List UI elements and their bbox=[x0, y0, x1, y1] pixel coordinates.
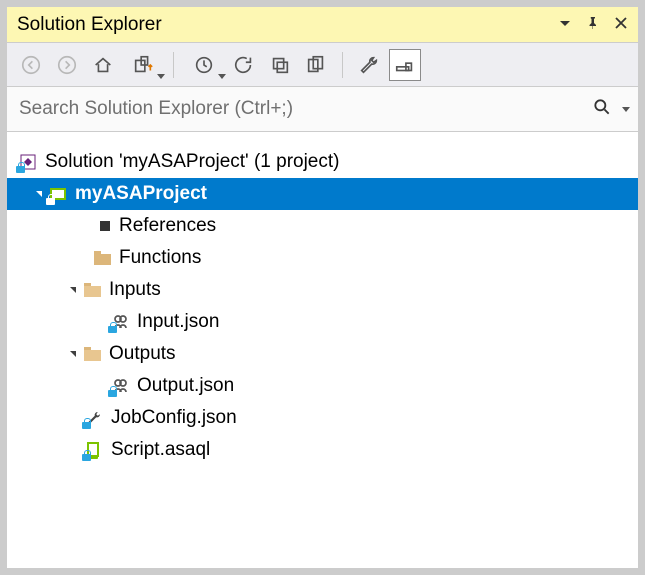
outputs-label: Outputs bbox=[109, 343, 176, 365]
forward-button[interactable] bbox=[51, 49, 83, 81]
output-file-node[interactable]: Output.json bbox=[7, 370, 638, 402]
window-menu-dropdown-icon[interactable] bbox=[554, 15, 576, 35]
script-label: Script.asaql bbox=[111, 439, 210, 461]
input-file-node[interactable]: Input.json bbox=[7, 306, 638, 338]
script-file-node[interactable]: Script.asaql bbox=[7, 434, 638, 466]
references-label: References bbox=[119, 215, 216, 237]
folder-icon bbox=[93, 249, 111, 267]
pin-icon[interactable] bbox=[582, 15, 604, 35]
collapse-all-button[interactable] bbox=[264, 49, 296, 81]
window-title: Solution Explorer bbox=[17, 14, 554, 36]
search-input[interactable] bbox=[19, 98, 592, 120]
references-icon bbox=[93, 217, 111, 235]
inputs-label: Inputs bbox=[109, 279, 161, 301]
preview-selected-button[interactable] bbox=[389, 49, 421, 81]
properties-button[interactable] bbox=[353, 49, 385, 81]
output-file-label: Output.json bbox=[137, 375, 234, 397]
search-bar bbox=[7, 87, 638, 132]
expander-icon[interactable] bbox=[65, 282, 81, 298]
chevron-down-icon bbox=[218, 74, 226, 79]
window-system-buttons bbox=[554, 15, 632, 35]
jobconfig-label: JobConfig.json bbox=[111, 407, 237, 429]
folder-open-icon bbox=[83, 345, 101, 363]
search-dropdown-icon[interactable] bbox=[622, 107, 630, 112]
toolbar bbox=[7, 43, 638, 87]
solution-tree: Solution 'myASAProject' (1 project) myAS… bbox=[7, 132, 638, 480]
chevron-down-icon bbox=[157, 74, 165, 79]
references-node[interactable]: References bbox=[7, 210, 638, 242]
solution-label: Solution 'myASAProject' (1 project) bbox=[45, 151, 339, 173]
show-all-files-button[interactable] bbox=[300, 49, 332, 81]
close-icon[interactable] bbox=[610, 15, 632, 35]
script-file-icon bbox=[85, 441, 103, 459]
back-button[interactable] bbox=[15, 49, 47, 81]
expander-icon[interactable] bbox=[65, 346, 81, 362]
project-label: myASAProject bbox=[75, 183, 207, 205]
separator bbox=[342, 52, 343, 78]
json-file-icon bbox=[111, 377, 129, 395]
pending-changes-filter-button[interactable] bbox=[184, 49, 224, 81]
project-node[interactable]: myASAProject bbox=[7, 178, 638, 210]
title-bar: Solution Explorer bbox=[7, 7, 638, 43]
home-button[interactable] bbox=[87, 49, 119, 81]
solution-icon bbox=[19, 153, 37, 171]
inputs-folder-node[interactable]: Inputs bbox=[7, 274, 638, 306]
separator bbox=[173, 52, 174, 78]
solution-node[interactable]: Solution 'myASAProject' (1 project) bbox=[7, 146, 638, 178]
sync-view-button[interactable] bbox=[123, 49, 163, 81]
refresh-button[interactable] bbox=[228, 49, 260, 81]
functions-folder-node[interactable]: Functions bbox=[7, 242, 638, 274]
functions-label: Functions bbox=[119, 247, 201, 269]
jobconfig-file-node[interactable]: JobConfig.json bbox=[7, 402, 638, 434]
folder-open-icon bbox=[83, 281, 101, 299]
config-file-icon bbox=[85, 409, 103, 427]
json-file-icon bbox=[111, 313, 129, 331]
input-file-label: Input.json bbox=[137, 311, 219, 333]
project-icon bbox=[49, 185, 67, 203]
expander-icon[interactable] bbox=[31, 186, 47, 202]
outputs-folder-node[interactable]: Outputs bbox=[7, 338, 638, 370]
search-icon[interactable] bbox=[592, 97, 612, 122]
